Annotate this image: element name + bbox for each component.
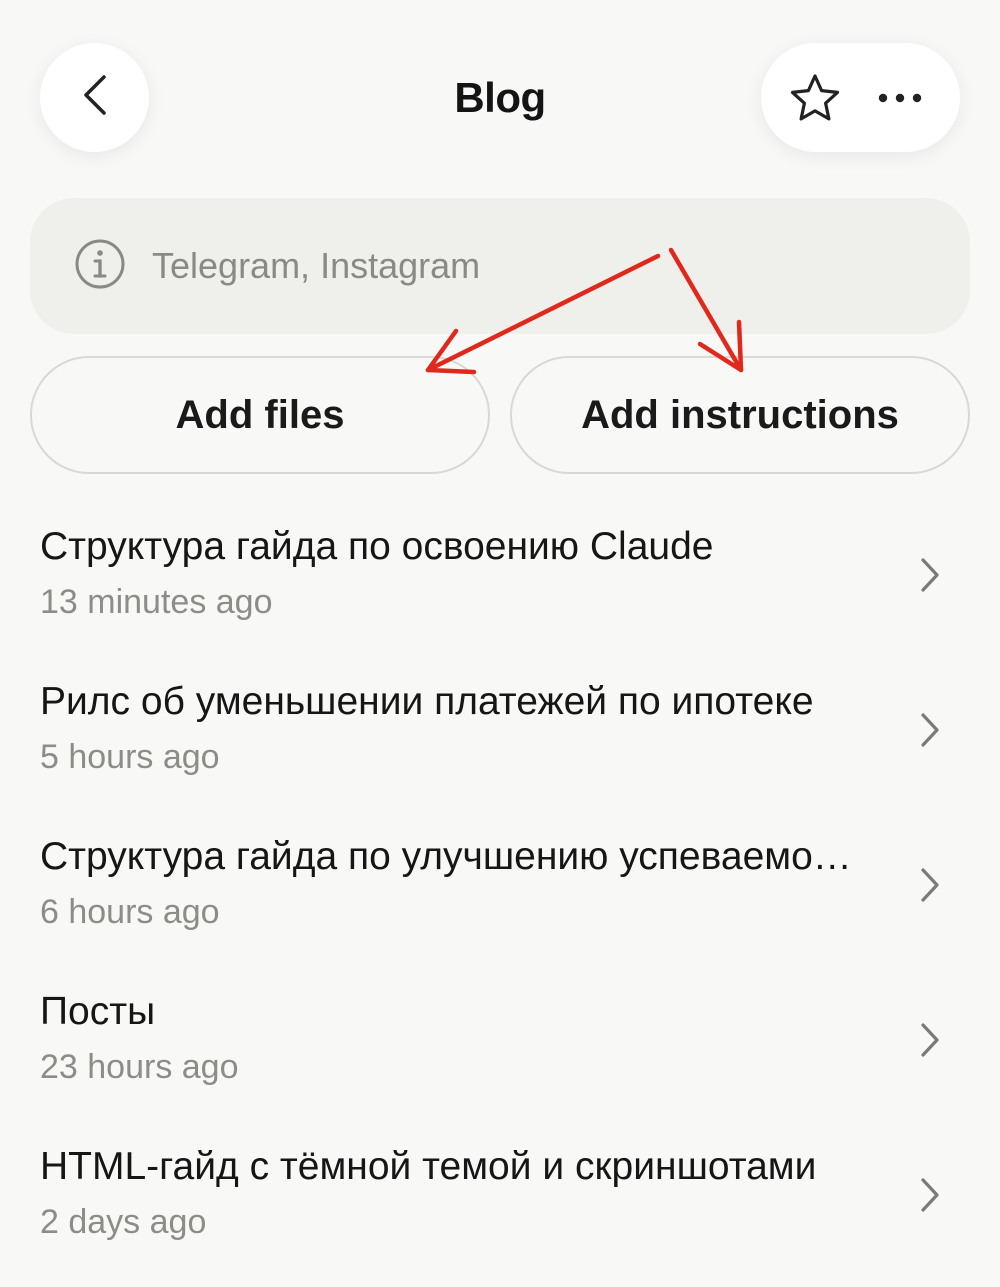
page-title: Blog [454, 74, 546, 121]
chat-timestamp: 13 minutes ago [40, 583, 273, 621]
chat-timestamp: 23 hours ago [40, 1048, 239, 1086]
more-horizontal-icon[interactable] [878, 92, 922, 104]
chat-list-item[interactable]: Посты 23 hours ago [0, 977, 1000, 1132]
chat-timestamp: 2 days ago [40, 1203, 207, 1241]
chat-list-item[interactable]: HTML-гайд с тёмной темой и скриншотами 2… [0, 1132, 1000, 1287]
chevron-right-icon [918, 556, 942, 599]
chevron-right-icon [918, 1176, 942, 1219]
chat-title: HTML-гайд с тёмной темой и скриншотами [40, 1145, 817, 1188]
chat-list-item[interactable]: Структура гайда по улучшению успеваемост… [0, 822, 1000, 977]
chevron-right-icon [918, 711, 942, 754]
chat-title: Рилс об уменьшении платежей по ипотеке [40, 680, 814, 723]
back-button[interactable] [40, 43, 149, 152]
info-icon [74, 238, 126, 295]
chevron-right-icon [918, 1021, 942, 1064]
add-files-button[interactable]: Add files [30, 356, 490, 474]
header-actions [761, 43, 960, 152]
chat-timestamp: 5 hours ago [40, 738, 220, 776]
star-icon[interactable] [789, 73, 841, 123]
chat-timestamp: 6 hours ago [40, 893, 220, 931]
chat-list-item[interactable]: Структура гайда по освоению Claude 13 mi… [0, 512, 1000, 667]
project-description[interactable]: Telegram, Instagram [30, 198, 970, 334]
chevron-right-icon [918, 866, 942, 909]
chat-title: Посты [40, 990, 156, 1033]
chat-title: Структура гайда по улучшению успеваемост… [40, 835, 870, 878]
chat-list-item[interactable]: Рилс об уменьшении платежей по ипотеке 5… [0, 667, 1000, 822]
chevron-left-icon [80, 73, 110, 122]
description-text: Telegram, Instagram [152, 245, 481, 286]
chat-list: Структура гайда по освоению Claude 13 mi… [0, 512, 1000, 1287]
add-instructions-button[interactable]: Add instructions [510, 356, 970, 474]
chat-title: Структура гайда по освоению Claude [40, 525, 714, 568]
